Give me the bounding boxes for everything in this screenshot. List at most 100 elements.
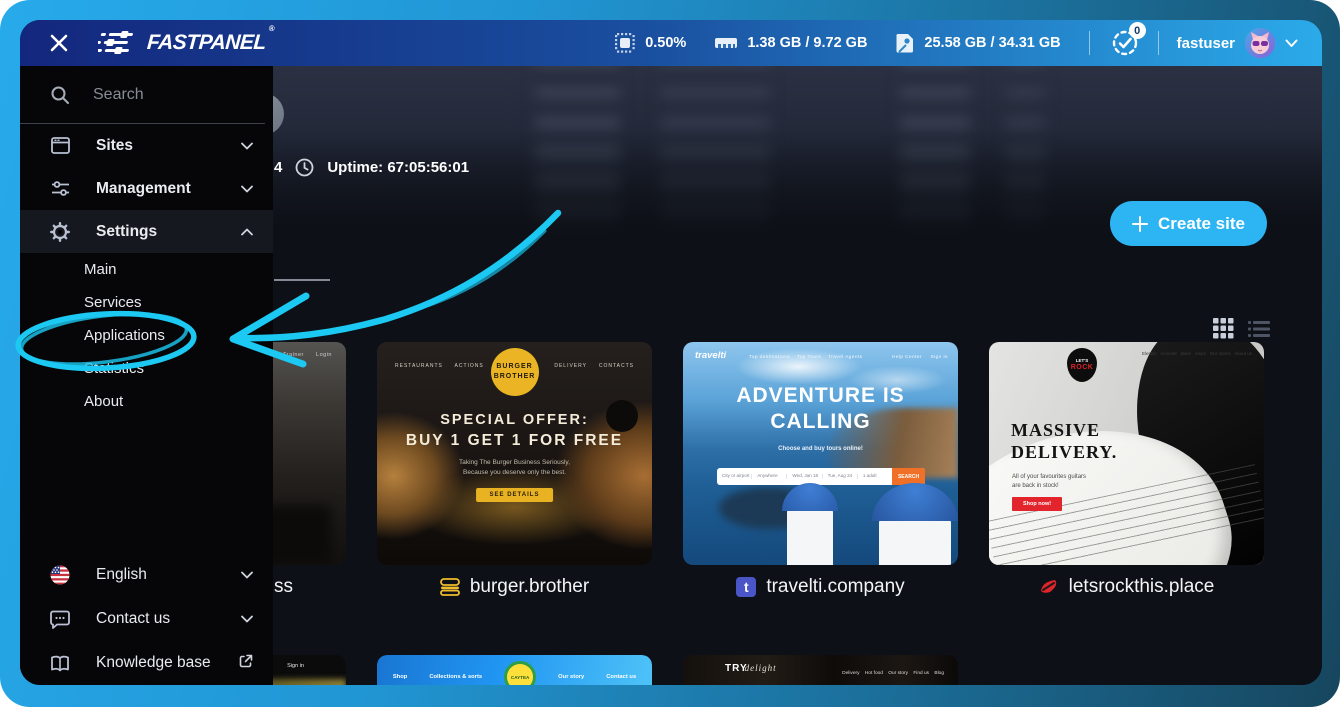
site-card-caytea[interactable]: Shop Collections & sorts CAYTEA Our stor… (377, 655, 652, 685)
thumb-nav: Electric Acoustic Bass Amps Our stores A… (1107, 351, 1252, 356)
thumb-headline: MASSIVE (1011, 420, 1100, 441)
site-card-trydelight[interactable]: TRYdelight Delivery Hot food Our story F… (683, 655, 958, 685)
create-site-label: Create site (1158, 214, 1245, 234)
thumb-nav-left: Top destinations Top Tours Travel Agents (749, 355, 862, 360)
search-input[interactable] (91, 85, 245, 105)
us-flag-icon (50, 565, 70, 585)
brand-mark-icon (98, 30, 138, 56)
management-icon (50, 180, 70, 197)
knowledge-base-item[interactable]: Knowledge base (20, 641, 273, 685)
sites-icon (50, 137, 70, 154)
external-link-icon (239, 654, 253, 673)
create-site-button[interactable]: Create site (1110, 201, 1267, 246)
thumb-logo: BURGERBROTHER (491, 348, 539, 396)
sidebar-item-management[interactable]: Management (20, 167, 273, 210)
notifications-badge: 0 (1129, 22, 1146, 39)
ram-value: 1.38 GB / 9.72 GB (747, 35, 867, 51)
thumb-button: Shop now! (1012, 497, 1062, 511)
brand-name: FASTPANEL® (146, 31, 272, 55)
letsrock-favicon (1039, 577, 1059, 597)
language-selector[interactable]: English (20, 553, 273, 597)
cpu-value: 0.50% (645, 35, 686, 51)
site-domain-travelti[interactable]: t travelti.company (683, 576, 958, 598)
site-card-travelti[interactable]: travelti Top destinations Top Tours Trav… (683, 342, 958, 565)
close-icon (49, 33, 69, 53)
cpu-icon (614, 32, 636, 54)
app-window: FASTPANEL® 0.50% (20, 20, 1322, 685)
server-info-fragment: 4 (274, 159, 282, 176)
sidebar-item-label: Sites (96, 137, 133, 155)
thumb-signin: Sign in (287, 663, 304, 669)
thumb-search-bar: City or airport Anywhere Wed, Jan 18 Tue… (717, 468, 925, 485)
site-domain-letsrock[interactable]: letsrockthis.place (989, 576, 1264, 598)
plus-icon (1132, 216, 1148, 232)
thumb-logo: LET'SROCK (1067, 348, 1097, 382)
site-card-burger[interactable]: RESTAURANTS ACTIONS DELIVERY CONTACTS BU… (377, 342, 652, 565)
ram-stat: 1.38 GB / 9.72 GB (714, 34, 867, 52)
sidebar: Sites Management (20, 66, 273, 685)
site-domain-fragment[interactable]: ss (274, 576, 354, 598)
sidebar-item-sites[interactable]: Sites (20, 124, 273, 167)
sidebar-item-label: Settings (96, 223, 157, 241)
thumb-headline: ADVENTURE IS (683, 384, 958, 408)
contact-us-item[interactable]: Contact us (20, 597, 273, 641)
avatar (1245, 28, 1275, 58)
thumb-nav-right: Help Center Sign in (892, 355, 948, 360)
avatar-cat-icon (1245, 28, 1275, 58)
contact-us-label: Contact us (96, 610, 170, 628)
thumb-logo: travelti (695, 350, 726, 361)
sidebar-footer: English Contact us (20, 553, 273, 685)
uptime-value: Uptime: 67:05:56:01 (327, 159, 469, 176)
list-view-icon[interactable] (1248, 320, 1270, 338)
thumb-nav-left: RESTAURANTS ACTIONS (395, 363, 484, 369)
chat-icon (50, 610, 70, 629)
chevron-down-icon (241, 610, 253, 628)
knowledge-base-label: Knowledge base (96, 654, 211, 672)
thumb-subtext: Because you deserve only the best. (377, 469, 652, 476)
top-navbar: FASTPANEL® 0.50% (20, 20, 1322, 66)
registered-mark: ® (268, 24, 274, 33)
site-domain-burger[interactable]: burger.brother (377, 576, 652, 598)
thumb-subtext: All of your favourites guitars (1012, 474, 1086, 480)
thumb-field: Anywhere (751, 474, 786, 479)
thumb-nav-right: DELIVERY CONTACTS (554, 363, 634, 369)
sidebar-item-settings[interactable]: Settings (20, 210, 273, 253)
thumb-subtext: are back in stock! (1012, 483, 1059, 489)
thumb-field: 1 adult (857, 474, 892, 479)
sidebar-subitem-main[interactable]: Main (20, 253, 273, 286)
active-tab-underline (274, 279, 330, 281)
gear-icon (50, 222, 70, 242)
sidebar-subitem-services[interactable]: Services (20, 286, 273, 319)
chevron-up-icon (241, 223, 253, 241)
thumb-dome-church (879, 517, 951, 565)
thumb-nav: Delivery Hot food Our story Find us Blog (842, 671, 944, 676)
disk-icon (895, 33, 915, 53)
ram-icon (714, 34, 738, 52)
notifications-button[interactable]: 0 (1108, 26, 1142, 60)
navbar-divider (1158, 31, 1159, 55)
window-frame: FASTPANEL® 0.50% (0, 0, 1340, 707)
close-menu-button[interactable] (46, 30, 72, 56)
thumb-button: SEE DETAILS (476, 488, 554, 502)
disk-stat: 25.58 GB / 34.31 GB (895, 33, 1060, 53)
sidebar-search[interactable] (20, 66, 265, 124)
clock-icon (295, 158, 314, 177)
burger-favicon (440, 577, 460, 597)
thumb-headline: DELIVERY. (1011, 442, 1117, 463)
sidebar-subitem-applications[interactable]: Applications (20, 319, 273, 352)
user-menu[interactable]: fastuser (1177, 28, 1298, 58)
language-label: English (96, 566, 147, 584)
cpu-stat: 0.50% (614, 32, 686, 54)
fastpanel-logo[interactable]: FASTPANEL® (98, 30, 271, 56)
site-card-letsrock[interactable]: LET'SROCK Electric Acoustic Bass Amps Ou… (989, 342, 1264, 565)
grid-view-icon[interactable] (1213, 318, 1234, 339)
chevron-down-icon (241, 137, 253, 155)
thumb-field: Tue, Aug 24 (822, 474, 857, 479)
view-toggles (1213, 318, 1270, 339)
sidebar-subitem-statistics[interactable]: Statistics (20, 352, 273, 385)
sidebar-item-label: Management (96, 180, 191, 198)
thumb-header: Shop Collections & sorts CAYTEA Our stor… (377, 655, 652, 685)
thumb-headline: CALLING (683, 410, 958, 434)
thumb-logo: CAYTEA (504, 661, 536, 685)
sidebar-subitem-about[interactable]: About (20, 385, 273, 418)
